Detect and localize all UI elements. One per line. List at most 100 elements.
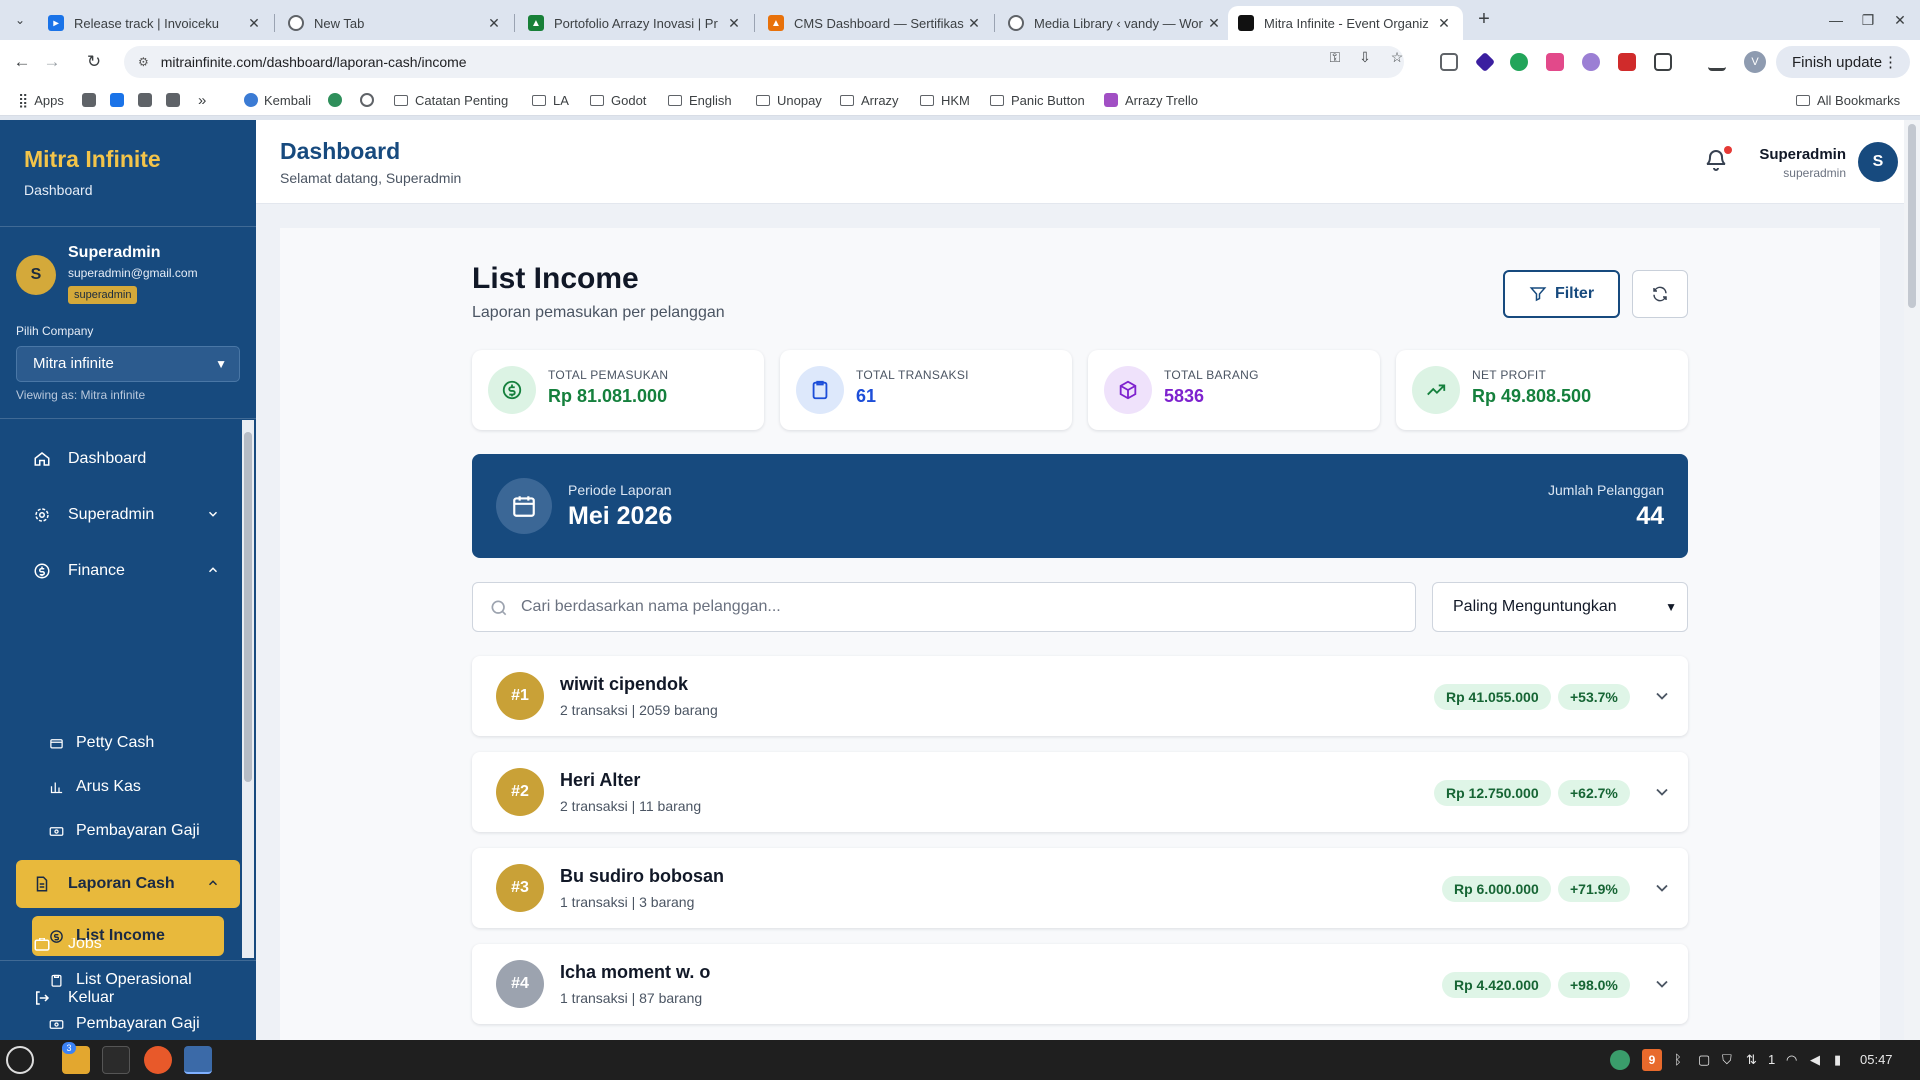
bookmark-apps[interactable]: ⣿ Apps (18, 91, 64, 109)
avatar[interactable]: S (1858, 142, 1898, 182)
browser-tab[interactable]: ▲ CMS Dashboard — Sertifikas ✕ (758, 6, 993, 40)
extension-icon[interactable] (1510, 53, 1528, 71)
close-tab-icon[interactable]: ✕ (725, 15, 743, 32)
terminal-icon[interactable] (102, 1046, 130, 1074)
extension-icon[interactable] (1582, 53, 1600, 71)
refresh-icon (1653, 286, 1667, 302)
chevron-down-icon[interactable] (1652, 782, 1672, 802)
logout-button[interactable]: Keluar (16, 974, 240, 1022)
browser-tab[interactable]: ▸ Release track | Invoiceku ✕ (38, 6, 273, 40)
new-tab-icon[interactable]: + (1472, 8, 1496, 32)
bookmark-kembali[interactable]: Kembali (244, 91, 311, 109)
wifi-icon[interactable]: ◠ (1786, 1052, 1797, 1068)
bookmark-shortcut[interactable] (82, 91, 96, 109)
refresh-button[interactable] (1632, 270, 1688, 318)
bookmark-folder[interactable]: Panic Button (990, 91, 1085, 109)
browser-tab[interactable]: New Tab ✕ (278, 6, 513, 40)
bookmark-folder[interactable]: English (668, 91, 732, 109)
sort-select-value: Paling Menguntungkan (1453, 598, 1617, 615)
forward-icon[interactable]: → (40, 50, 64, 74)
clipboard-tray-icon[interactable]: ▢ (1698, 1052, 1710, 1068)
sidebar-divider (0, 226, 256, 227)
extension-icon[interactable] (1618, 53, 1636, 71)
sidebar-item-laporan-cash[interactable]: Laporan Cash (16, 860, 240, 908)
sidebar-item-jobs[interactable]: Jobs (32, 938, 102, 960)
sidebar-item-arus-kas[interactable]: Arus Kas (32, 767, 224, 807)
chrome-taskbar-icon[interactable] (184, 1046, 212, 1074)
list-item[interactable]: #1 wiwit cipendok 2 transaksi | 2059 bar… (472, 656, 1688, 736)
install-app-icon[interactable]: ⇩ (1356, 48, 1374, 66)
sync-icon[interactable] (1610, 1050, 1630, 1070)
close-tab-icon[interactable]: ✕ (1205, 15, 1223, 32)
bookmark-shortcut[interactable] (328, 91, 342, 109)
close-tab-icon[interactable]: ✕ (1435, 15, 1453, 32)
list-item[interactable]: #4 Icha moment w. o 1 transaksi | 87 bar… (472, 944, 1688, 1024)
bookmark-trello[interactable]: Arrazy Trello (1104, 91, 1198, 109)
bookmark-shortcut[interactable] (360, 91, 374, 109)
browser-tab-active[interactable]: Mitra Infinite - Event Organiz ✕ (1228, 6, 1463, 40)
address-bar[interactable]: ⚙ mitrainfinite.com/dashboard/laporan-ca… (124, 46, 1404, 78)
site-info-icon[interactable]: ⚙ (138, 55, 149, 69)
close-window-icon[interactable]: ✕ (1888, 8, 1912, 32)
sidebar-item-pembayaran-gaji[interactable]: Pembayaran Gaji (32, 811, 224, 851)
clock[interactable]: 05:47 (1860, 1052, 1893, 1067)
finish-update-button[interactable]: Finish update ⋮ (1776, 46, 1910, 78)
list-item[interactable]: #2 Heri Alter 2 transaksi | 11 barang Rp… (472, 752, 1688, 832)
bookmark-folder[interactable]: Catatan Penting (394, 91, 508, 109)
search-input[interactable] (521, 583, 1401, 631)
bookmark-shortcut[interactable] (138, 91, 152, 109)
extensions-puzzle-icon[interactable] (1654, 53, 1672, 71)
sidebar-item-finance[interactable]: Finance (16, 547, 240, 595)
update-badge[interactable]: 9 (1642, 1049, 1662, 1071)
restore-icon[interactable]: ❐ (1856, 8, 1880, 32)
sidebar-item-superadmin[interactable]: Superadmin (16, 491, 240, 539)
profile-avatar[interactable]: V (1744, 51, 1766, 73)
sort-select[interactable]: Paling Menguntungkan ▼ (1432, 582, 1688, 632)
bookmark-folder[interactable]: LA (532, 91, 569, 109)
bookmark-star-icon[interactable]: ☆ (1388, 48, 1406, 66)
network-icon[interactable]: ⇅ (1746, 1052, 1757, 1068)
bookmark-shortcut[interactable] (110, 91, 124, 109)
shield-icon[interactable]: ⛉ (1722, 1052, 1732, 1068)
battery-icon[interactable]: ▮ (1834, 1052, 1841, 1068)
minimize-icon[interactable]: — (1824, 8, 1848, 32)
all-bookmarks[interactable]: All Bookmarks (1796, 91, 1900, 109)
extension-icon[interactable] (1546, 53, 1564, 71)
bookmark-label: English (689, 92, 732, 108)
password-key-icon[interactable]: ⚿ (1326, 48, 1344, 66)
chevron-down-icon[interactable] (1652, 878, 1672, 898)
filter-button[interactable]: Filter (1503, 270, 1620, 318)
back-icon[interactable]: ← (10, 50, 34, 74)
stat-value: Rp 81.081.000 (548, 386, 668, 406)
bookmarks-overflow-icon[interactable]: » (198, 91, 206, 109)
sidebar-item-petty-cash[interactable]: Petty Cash (32, 723, 224, 763)
reload-icon[interactable]: ↻ (82, 50, 106, 74)
browser-tab[interactable]: Media Library ‹ vandy — Wor ✕ (998, 6, 1233, 40)
bookmark-folder[interactable]: Arrazy (840, 91, 899, 109)
extension-icon[interactable] (1440, 53, 1458, 71)
tab-title: Portofolio Arrazy Inovasi | Pr (554, 15, 718, 31)
company-select[interactable]: Mitra infinite ▼ (16, 346, 240, 382)
close-tab-icon[interactable]: ✕ (485, 15, 503, 32)
bookmark-folder[interactable]: Godot (590, 91, 646, 109)
bluetooth-icon[interactable]: ᛒ (1674, 1052, 1682, 1067)
volume-icon[interactable]: ◀ (1810, 1052, 1820, 1068)
bookmark-label: Catatan Penting (415, 92, 509, 108)
firefox-icon[interactable] (144, 1046, 172, 1074)
list-item[interactable]: #3 Bu sudiro bobosan 1 transaksi | 3 bar… (472, 848, 1688, 928)
sidebar-item-dashboard[interactable]: Dashboard (16, 435, 240, 483)
chevron-down-icon[interactable] (1652, 974, 1672, 994)
downloads-icon[interactable] (1708, 53, 1726, 71)
bookmark-folder[interactable]: HKM (920, 91, 970, 109)
browser-tab[interactable]: ▲ Portofolio Arrazy Inovasi | Pr ✕ (518, 6, 753, 40)
close-tab-icon[interactable]: ✕ (965, 15, 983, 32)
menu-icon[interactable] (6, 1046, 34, 1074)
page-scrollbar-thumb[interactable] (1908, 124, 1916, 308)
tab-search-icon[interactable]: ⌄ (8, 8, 32, 32)
bookmark-folder[interactable]: Unopay (756, 91, 822, 109)
brand-logo[interactable]: Mitra Infinite (24, 146, 161, 173)
chevron-down-icon[interactable] (1652, 686, 1672, 706)
bookmark-shortcut[interactable] (166, 91, 180, 109)
sidebar-scrollbar-thumb[interactable] (244, 432, 252, 782)
close-tab-icon[interactable]: ✕ (245, 15, 263, 32)
